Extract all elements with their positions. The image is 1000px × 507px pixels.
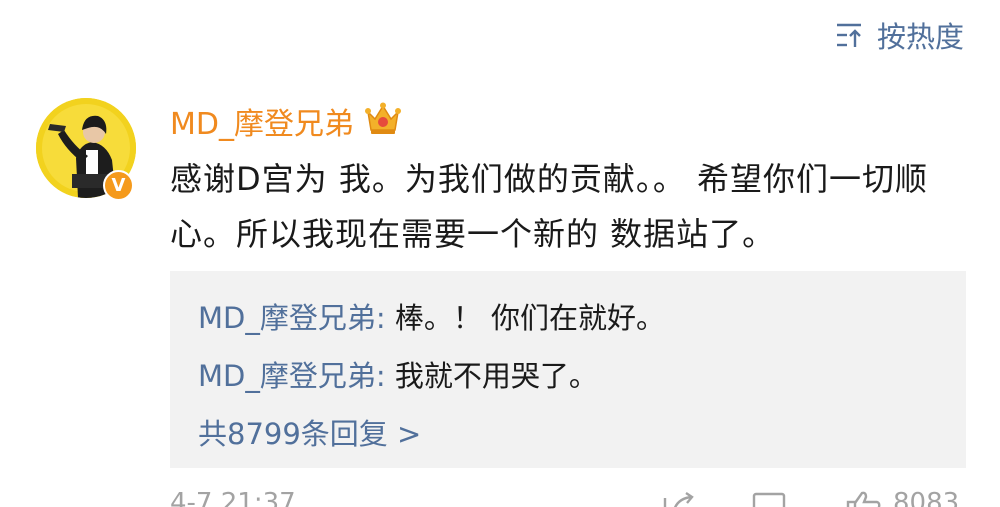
author-name[interactable]: MD_摩登兄弟 [170, 99, 354, 143]
thumbs-up-icon[interactable] [846, 490, 882, 507]
share-icon[interactable] [662, 492, 696, 507]
reply-item[interactable]: MD_摩登兄弟: 棒。！ 你们在就好。 [198, 295, 665, 337]
comment-time: 4-7 21:37 [170, 488, 296, 507]
reply-text: 棒。！ 你们在就好。 [385, 301, 666, 335]
comment-page: 按热度 V MD_摩登兄弟 感谢D宫为 我。为我们做的贡献。。 希望你们一切顺心… [0, 0, 1000, 507]
crown-icon [364, 102, 402, 140]
author-row: MD_摩登兄弟 [170, 98, 402, 144]
like-count[interactable]: 8083 [893, 488, 959, 507]
sort-by-hot-button[interactable]: 按热度 [835, 14, 964, 56]
sort-lines-icon [835, 22, 865, 48]
reply-preview-box[interactable]: MD_摩登兄弟: 棒。！ 你们在就好。 MD_摩登兄弟: 我就不用哭了。 共87… [170, 271, 966, 468]
comment-icon[interactable] [752, 492, 786, 507]
reply-item[interactable]: MD_摩登兄弟: 我就不用哭了。 [198, 353, 598, 395]
reply-text: 我就不用哭了。 [385, 359, 598, 393]
comment-footer: 4-7 21:37 8083 [0, 488, 1000, 507]
sort-label: 按热度 [876, 20, 964, 54]
reply-author[interactable]: MD_摩登兄弟: [198, 301, 386, 335]
view-all-replies-link[interactable]: 共8799条回复 > [198, 411, 421, 453]
reply-author[interactable]: MD_摩登兄弟: [198, 359, 386, 393]
comment-text: 感谢D宫为 我。为我们做的贡献。。 希望你们一切顺心。所以我现在需要一个新的 数… [170, 160, 928, 253]
verified-badge: V [103, 170, 134, 201]
